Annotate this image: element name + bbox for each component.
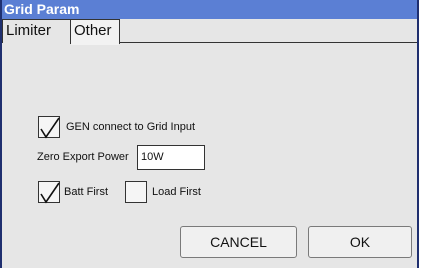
batt-first-label: Batt First bbox=[64, 186, 109, 198]
window-title: Grid Param bbox=[2, 0, 417, 19]
zero-export-label: Zero Export Power bbox=[37, 151, 129, 163]
checkmark-icon bbox=[40, 182, 60, 204]
cancel-button[interactable]: CANCEL bbox=[180, 226, 297, 258]
ok-button[interactable]: OK bbox=[308, 226, 412, 258]
tab-strip: Limiter Other bbox=[2, 19, 417, 45]
zero-export-input[interactable]: 10W bbox=[137, 145, 205, 170]
checkmark-icon bbox=[40, 117, 60, 139]
tab-limiter[interactable]: Limiter bbox=[2, 19, 71, 43]
batt-first-checkbox[interactable] bbox=[38, 181, 60, 204]
gen-connect-label: GEN connect to Grid Input bbox=[66, 121, 196, 133]
tab-other[interactable]: Other bbox=[70, 19, 120, 45]
load-first-checkbox[interactable] bbox=[125, 181, 147, 203]
gen-connect-checkbox[interactable] bbox=[38, 116, 60, 139]
grid-param-dialog: Grid Param Limiter Other GEN connect to … bbox=[0, 0, 419, 268]
load-first-label: Load First bbox=[152, 186, 201, 198]
